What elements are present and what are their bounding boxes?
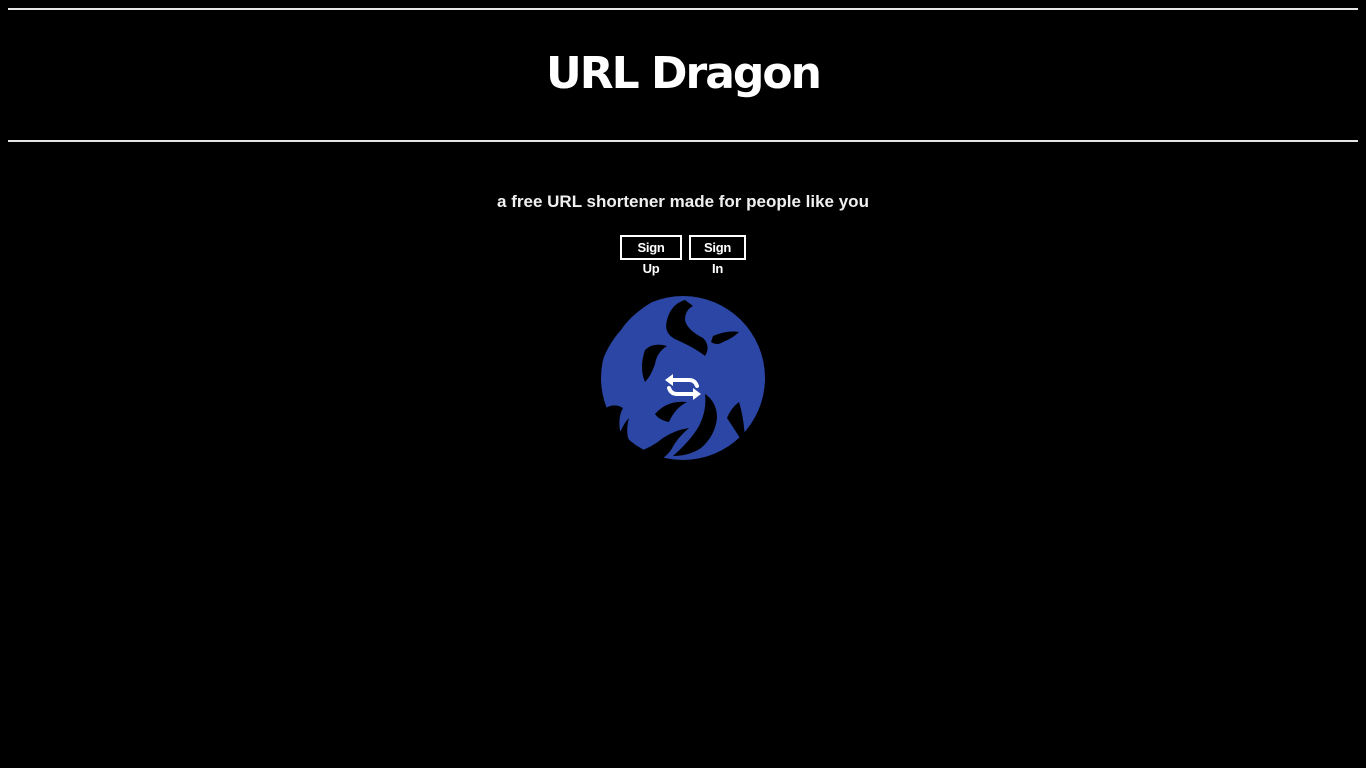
dragon-logo-icon <box>593 290 774 461</box>
top-divider <box>8 8 1358 10</box>
header-divider <box>8 140 1358 142</box>
tagline: a free URL shortener made for people lik… <box>497 192 869 211</box>
page-title: URL Dragon <box>546 48 822 99</box>
auth-buttons: Sign Up Sign In <box>0 235 1366 276</box>
sign-in-button[interactable]: Sign In <box>689 235 746 276</box>
page: URL Dragon a free URL shortener made for… <box>0 0 1366 768</box>
sign-up-button[interactable]: Sign Up <box>620 235 682 276</box>
